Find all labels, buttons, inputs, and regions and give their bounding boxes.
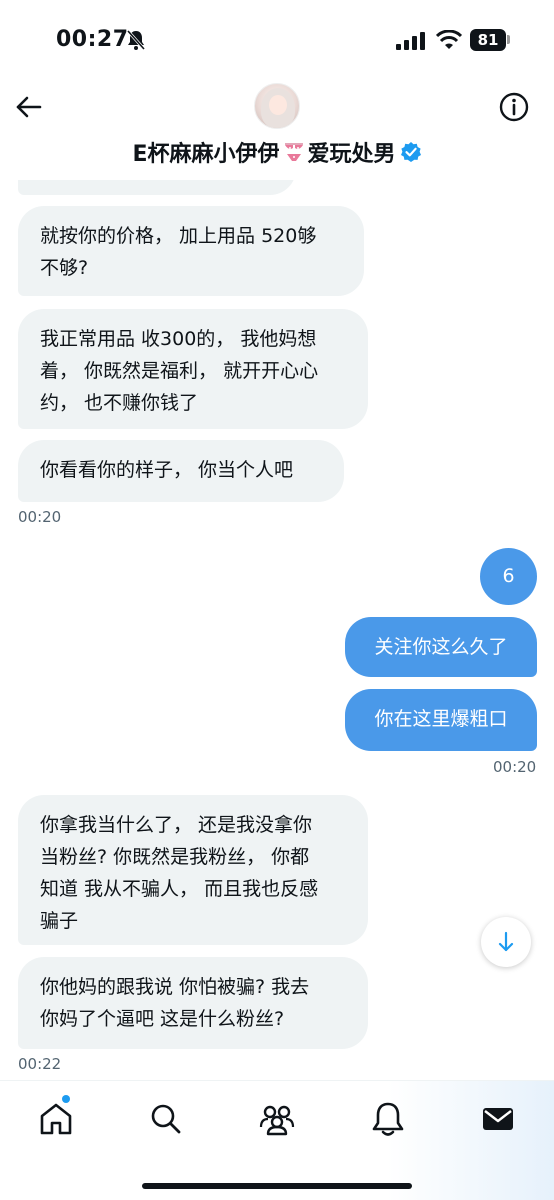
home-notification-dot bbox=[62, 1095, 70, 1103]
home-indicator bbox=[142, 1183, 412, 1189]
message-thread[interactable]: 就按你的价格， 加上用品 520够 不够? 我正常用品 收300的， 我他妈想 … bbox=[0, 0, 554, 1200]
bikini-emoji-icon bbox=[284, 143, 303, 161]
message-timestamp: 00:20 bbox=[493, 758, 537, 776]
info-icon[interactable] bbox=[498, 91, 530, 123]
bottom-tab-bar bbox=[0, 1080, 554, 1200]
message-timestamp: 00:22 bbox=[18, 1055, 62, 1073]
home-icon[interactable] bbox=[36, 1099, 76, 1139]
battery-indicator: 81 bbox=[470, 29, 506, 51]
message-bubble[interactable]: 就按你的价格， 加上用品 520够 不够? bbox=[18, 206, 364, 296]
wifi-icon bbox=[436, 30, 462, 49]
avatar[interactable] bbox=[254, 83, 300, 129]
message-timestamp: 00:20 bbox=[18, 508, 62, 526]
scroll-to-bottom-button[interactable] bbox=[481, 917, 531, 967]
message-bubble-sent[interactable]: 关注你这么久了 bbox=[345, 617, 537, 677]
contact-name-row[interactable]: E杯麻麻小伊伊 爱玩处男 bbox=[0, 136, 554, 168]
message-bubble[interactable]: 你看看你的样子， 你当个人吧 bbox=[18, 440, 344, 502]
battery-nub bbox=[507, 35, 510, 44]
search-icon[interactable] bbox=[146, 1099, 186, 1139]
messages-icon[interactable] bbox=[478, 1099, 518, 1139]
notifications-icon[interactable] bbox=[368, 1099, 408, 1139]
message-bubble[interactable]: 你他妈的跟我说 你怕被骗? 我去 你妈了个逼吧 这是什么粉丝? bbox=[18, 957, 368, 1049]
status-bar: 00:27 81 bbox=[0, 0, 554, 80]
communities-icon[interactable] bbox=[257, 1099, 297, 1139]
arrow-down-icon bbox=[498, 931, 514, 952]
message-bubble-sent[interactable]: 你在这里爆粗口 bbox=[345, 689, 537, 751]
conversation-header: E杯麻麻小伊伊 爱玩处男 bbox=[0, 80, 554, 180]
bell-off-icon bbox=[126, 30, 146, 50]
message-bubble[interactable]: 你拿我当什么了， 还是我没拿你 当粉丝? 你既然是我粉丝， 你都 知道 我从不骗… bbox=[18, 795, 368, 945]
status-time: 00:27 bbox=[56, 27, 129, 52]
contact-name-suffix: 爱玩处男 bbox=[307, 142, 396, 167]
message-bubble[interactable]: 我正常用品 收300的， 我他妈想 着， 你既然是福利， 就开开心心 约， 也不… bbox=[18, 309, 368, 429]
signal-icon bbox=[396, 32, 425, 50]
arrow-left-icon[interactable] bbox=[14, 92, 44, 122]
contact-name: E杯麻麻小伊伊 bbox=[132, 142, 280, 167]
message-bubble-sent[interactable]: 6 bbox=[480, 548, 537, 605]
verified-badge-icon bbox=[400, 142, 421, 162]
